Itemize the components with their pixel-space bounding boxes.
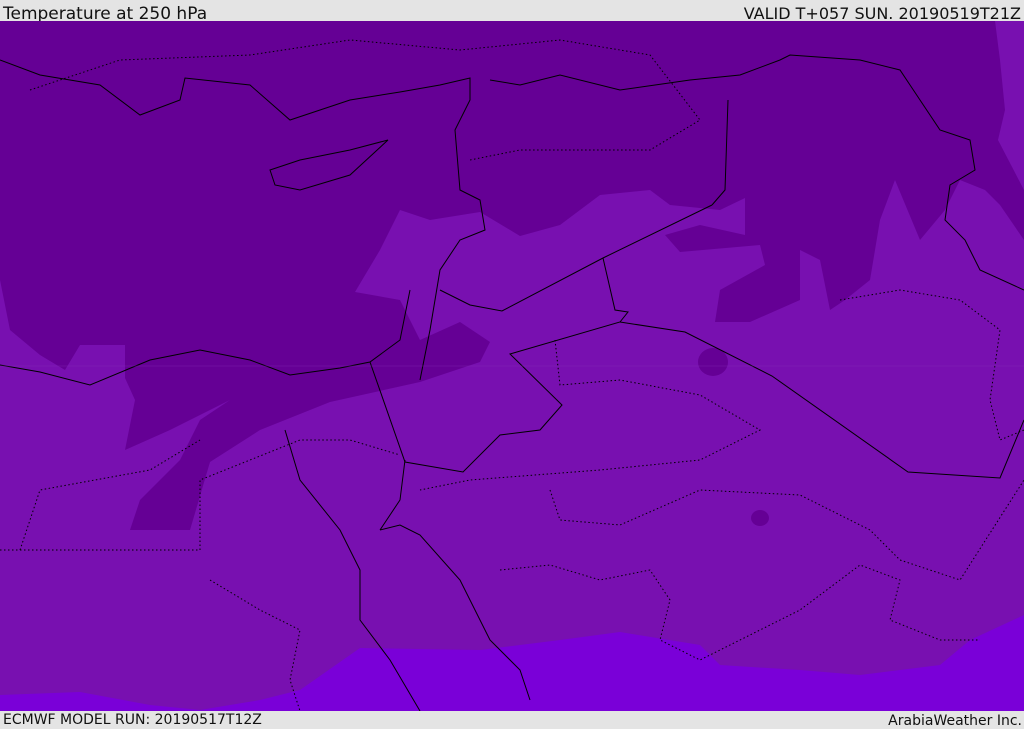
header-bar: Temperature at 250 hPa VALID T+057 SUN. … bbox=[0, 0, 1024, 24]
temperature-map bbox=[0, 21, 1024, 711]
footer-bar: ECMWF MODEL RUN: 20190517T12Z ArabiaWeat… bbox=[0, 711, 1024, 729]
cold-pocket bbox=[698, 348, 728, 376]
model-run: ECMWF MODEL RUN: 20190517T12Z bbox=[3, 712, 262, 728]
cold-pocket bbox=[751, 510, 769, 526]
credit: ArabiaWeather Inc. bbox=[888, 713, 1022, 729]
